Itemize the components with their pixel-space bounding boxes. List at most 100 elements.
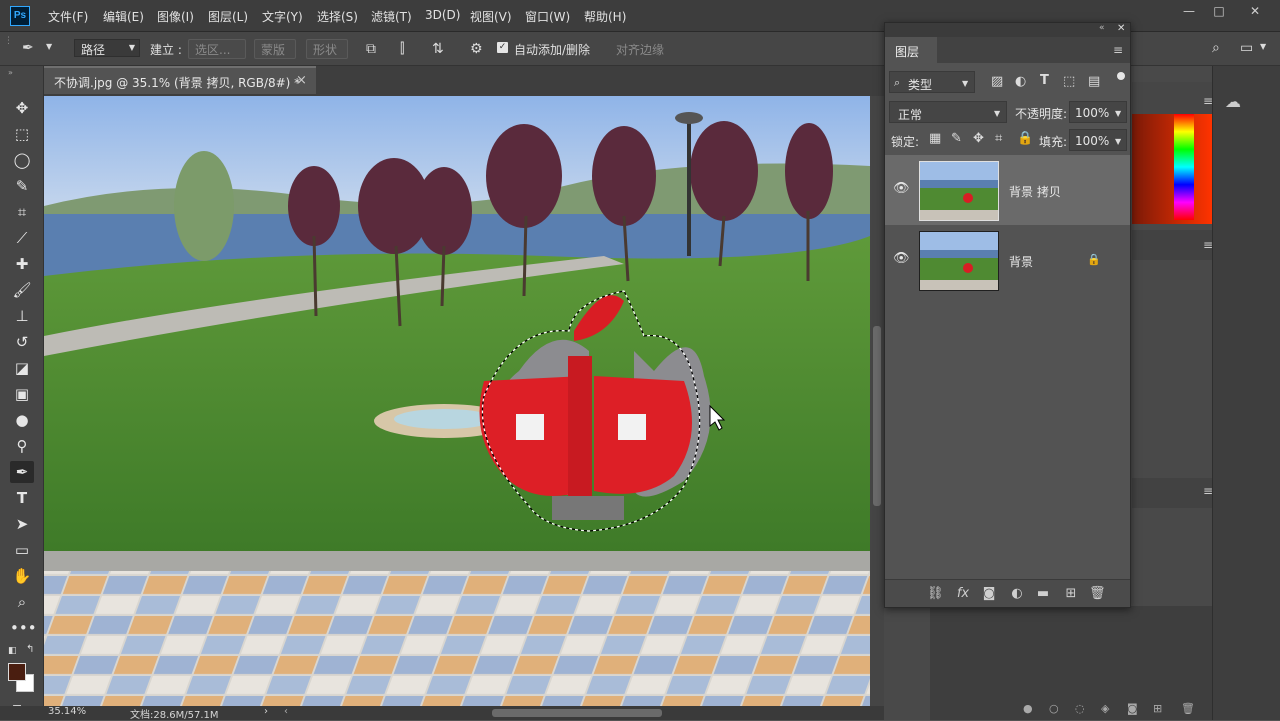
blend-mode-select[interactable]: 正常 ▼ — [889, 101, 1007, 123]
document-canvas[interactable] — [44, 96, 870, 706]
zoom-tool-icon[interactable]: ⌕ — [10, 591, 34, 613]
path-selection-tool-icon[interactable]: ➤ — [10, 513, 34, 535]
menu-filter[interactable]: 滤镜(T) — [371, 8, 412, 25]
menu-select[interactable]: 选择(S) — [317, 8, 358, 25]
lasso-tool-icon[interactable]: ◯ — [10, 149, 34, 171]
layer-filter-select[interactable]: ⌕ 类型 ▼ — [889, 71, 975, 93]
menu-image[interactable]: 图像(I) — [157, 8, 194, 25]
hue-slider[interactable] — [1174, 114, 1194, 220]
vertical-scrollbar[interactable] — [870, 96, 884, 706]
make-work-path-icon[interactable]: ◈ — [1101, 702, 1109, 715]
tab-layers[interactable]: 图层 — [885, 37, 937, 63]
path-stroke-icon[interactable]: ○ — [1049, 702, 1059, 715]
visibility-eye-icon[interactable]: 👁 — [893, 251, 910, 266]
path-alignment-icon[interactable]: ⫿ — [400, 41, 404, 57]
add-layer-mask-icon[interactable]: ◙ — [981, 586, 997, 602]
type-tool-icon[interactable]: T — [10, 487, 34, 509]
visibility-eye-icon[interactable]: 👁 — [893, 181, 910, 196]
close-button[interactable]: ✕ — [1246, 4, 1264, 20]
path-arrangement-icon[interactable]: ⇅ — [432, 41, 444, 57]
filter-smart-object-icon[interactable]: ▤ — [1088, 74, 1100, 89]
brush-tool-icon[interactable]: 🖌 — [10, 279, 34, 301]
move-tool-icon[interactable]: ✥ — [10, 97, 34, 119]
eyedropper-tool-icon[interactable]: ⟋ — [10, 227, 34, 249]
lock-transparency-icon[interactable]: ▦ — [929, 131, 941, 146]
chevron-down-icon[interactable]: ▼ — [46, 42, 52, 51]
layer-name[interactable]: 背景 — [1009, 253, 1033, 270]
make-mask-button[interactable]: 蒙版 — [254, 39, 296, 59]
panel-menu-icon[interactable]: ≡ — [1203, 94, 1213, 108]
photoshop-logo-icon[interactable]: Ps — [10, 6, 30, 26]
close-tab-icon[interactable]: × — [296, 73, 307, 88]
blur-tool-icon[interactable]: ● — [10, 409, 34, 431]
load-selection-icon[interactable]: ◌ — [1075, 702, 1085, 715]
layer-name[interactable]: 背景 拷贝 — [1009, 183, 1061, 200]
hand-tool-icon[interactable]: ✋ — [10, 565, 34, 587]
new-adjustment-layer-icon[interactable]: ◐ — [1009, 586, 1025, 602]
more-tools-icon[interactable]: ••• — [10, 617, 37, 639]
default-colors-icon[interactable]: ◧ — [8, 646, 17, 656]
chevron-down-icon[interactable]: ▼ — [1260, 42, 1266, 51]
lock-artboard-icon[interactable]: ⌗ — [995, 131, 1002, 146]
path-operations-icon[interactable]: ⧉ — [366, 41, 376, 57]
marquee-tool-icon[interactable]: ⬚ — [10, 123, 34, 145]
foreground-color-swatch[interactable] — [8, 663, 26, 681]
filter-type-icon[interactable]: T — [1040, 73, 1049, 88]
panel-menu-icon[interactable]: ≡ — [1203, 484, 1213, 498]
rectangle-tool-icon[interactable]: ▭ — [10, 539, 34, 561]
search-icon[interactable]: ⌕ — [1212, 40, 1220, 56]
gear-icon[interactable]: ⚙ — [470, 41, 483, 57]
make-selection-button[interactable]: 选区... — [188, 39, 246, 59]
status-menu-icon[interactable]: › — [264, 706, 268, 717]
layer-row-background[interactable]: 👁 背景 🔒 — [885, 225, 1130, 295]
lock-image-icon[interactable]: ✎ — [951, 131, 962, 146]
quick-selection-tool-icon[interactable]: ✎ — [10, 175, 34, 197]
scroll-left-icon[interactable]: ‹ — [284, 706, 288, 717]
creative-cloud-icon[interactable]: ☁ — [1225, 92, 1241, 111]
menu-type[interactable]: 文字(Y) — [262, 8, 303, 25]
add-mask-icon[interactable]: ◙ — [1127, 702, 1138, 715]
menu-edit[interactable]: 编辑(E) — [103, 8, 144, 25]
align-edges-label[interactable]: 对齐边缘 — [616, 41, 664, 58]
restore-button[interactable]: □ — [1210, 4, 1228, 20]
filter-shape-icon[interactable]: ⬚ — [1063, 74, 1075, 89]
menu-window[interactable]: 窗口(W) — [525, 8, 570, 25]
make-shape-button[interactable]: 形状 — [306, 39, 348, 59]
clone-stamp-tool-icon[interactable]: ⊥ — [10, 305, 34, 327]
menu-view[interactable]: 视图(V) — [470, 8, 512, 25]
collapse-icon[interactable]: « — [1099, 23, 1105, 33]
document-size[interactable]: 文档:28.6M/57.1M — [130, 706, 219, 721]
delete-layer-trash-icon[interactable]: 🗑 — [1089, 586, 1106, 602]
history-brush-tool-icon[interactable]: ↺ — [10, 331, 34, 353]
opacity-input[interactable]: 100% ▼ — [1069, 101, 1127, 123]
close-icon[interactable]: ✕ — [1117, 23, 1125, 34]
document-tab[interactable]: 不协调.jpg @ 35.1% (背景 拷贝, RGB/8#) * × — [44, 66, 316, 94]
menu-file[interactable]: 文件(F) — [48, 8, 88, 25]
filter-adjustment-icon[interactable]: ◐ — [1015, 74, 1026, 89]
scrollbar-thumb[interactable] — [873, 326, 881, 506]
crop-tool-icon[interactable]: ⌗ — [10, 201, 34, 223]
minimize-button[interactable]: — — [1180, 4, 1198, 20]
zoom-level[interactable]: 35.14% — [48, 706, 86, 717]
dodge-tool-icon[interactable]: ⚲ — [10, 435, 34, 457]
new-group-folder-icon[interactable]: ▬ — [1035, 586, 1051, 602]
filter-pixel-icon[interactable]: ▨ — [991, 74, 1003, 89]
pen-mode-select[interactable]: 路径 ▼ — [74, 39, 140, 57]
collapse-icon[interactable]: » — [8, 68, 13, 77]
menu-3d[interactable]: 3D(D) — [425, 8, 460, 22]
new-path-icon[interactable]: ⊞ — [1153, 702, 1162, 715]
panel-menu-icon[interactable]: ≡ — [1113, 43, 1123, 57]
eraser-tool-icon[interactable]: ◪ — [10, 357, 34, 379]
fill-input[interactable]: 100% ▼ — [1069, 129, 1127, 151]
filter-toggle-icon[interactable] — [1117, 72, 1125, 80]
menu-help[interactable]: 帮助(H) — [584, 8, 626, 25]
gradient-tool-icon[interactable]: ▣ — [10, 383, 34, 405]
lock-position-icon[interactable]: ✥ — [973, 131, 984, 146]
layer-row-background-copy[interactable]: 👁 背景 拷贝 — [885, 155, 1130, 225]
healing-brush-tool-icon[interactable]: ✚ — [10, 253, 34, 275]
path-fill-icon[interactable]: ● — [1023, 702, 1033, 715]
workspace-icon[interactable]: ▭ — [1240, 40, 1253, 56]
panel-menu-icon[interactable]: ≡ — [1203, 238, 1213, 252]
layer-style-fx-icon[interactable]: fx — [955, 586, 971, 602]
link-layers-icon[interactable]: ⛓ — [927, 586, 944, 602]
